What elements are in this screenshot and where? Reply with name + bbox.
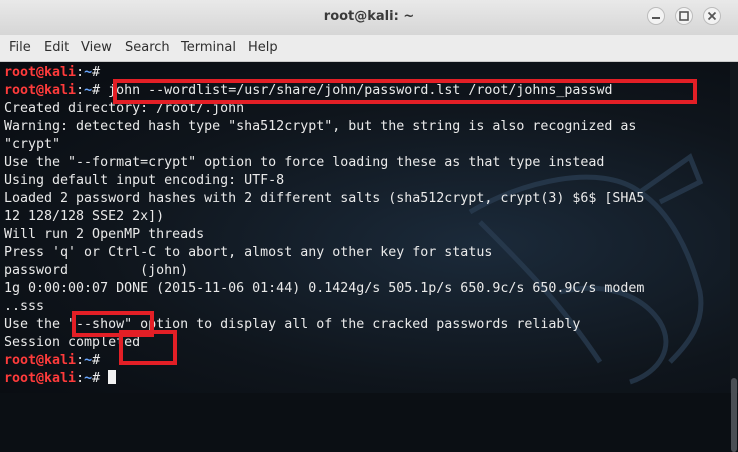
menu-bar: File Edit View Search Terminal Help [0,35,738,62]
prompt-symbol: # [92,83,109,98]
output-line: Using default input encoding: UTF-8 [4,173,285,188]
prompt-sep: : [76,371,85,386]
output-line: Will run 2 OpenMP threads [4,227,205,242]
window-title: root@kali: ~ [323,9,415,24]
output-line: Warning: detected hash type "sha512crypt… [4,119,637,134]
prompt-path: ~ [84,371,93,386]
prompt-path: ~ [84,65,93,80]
output-line: 1g 0:00:00:07 DONE (2015-11-06 01:44) 0.… [4,281,645,296]
maximize-button[interactable] [675,7,693,25]
menu-search[interactable]: Search [125,40,170,55]
prompt-symbol: # [92,353,109,368]
prompt-user: root@kali [4,371,77,386]
active-prompt-line: root@kali:~# [4,370,117,388]
title-bar[interactable]: root@kali: ~ [0,0,738,36]
menu-edit[interactable]: Edit [44,40,69,55]
prompt-path: ~ [84,83,93,98]
terminal-window: root@kali: ~ File Edit View Search Termi… [0,0,738,452]
prompt-user: root@kali [4,65,77,80]
prompt-symbol: # [92,371,109,386]
command-highlight-box [113,79,697,104]
prompt-user: root@kali [4,83,77,98]
show-option-highlight-box [72,311,154,337]
menu-help[interactable]: Help [248,40,278,55]
output-line: "crypt" [4,137,61,152]
menu-terminal[interactable]: Terminal [181,40,236,55]
prompt-line: root@kali:~# [4,352,108,370]
terminal-area[interactable]: root@kali:~# root@kali:~# john --wordlis… [0,62,738,393]
prompt-line: root@kali:~# [4,64,108,82]
prompt-sep: : [76,353,85,368]
output-line: ..sss [4,299,45,314]
menu-file[interactable]: File [9,40,31,55]
scrollbar-thumb[interactable] [731,378,737,452]
output-line: password (john) [4,263,189,278]
prompt-path: ~ [84,353,93,368]
output-line: Use the "--format=crypt" option to force… [4,155,605,170]
prompt-symbol: # [92,65,109,80]
maximize-icon [679,11,689,21]
output-line: 12 128/128 SSE2 2x]) [4,209,165,224]
output-line: Loaded 2 password hashes with 2 differen… [4,191,645,206]
close-icon [707,11,717,21]
close-button[interactable] [703,7,721,25]
text-cursor [108,370,117,384]
menu-view[interactable]: View [81,40,112,55]
prompt-user: root@kali [4,353,77,368]
prompt-sep: : [76,65,85,80]
minimize-button[interactable] [647,7,665,25]
minimize-icon [652,17,660,19]
prompt-sep: : [76,83,85,98]
scrollbar[interactable] [730,62,738,452]
output-line: Press 'q' or Ctrl-C to abort, almost any… [4,245,493,260]
